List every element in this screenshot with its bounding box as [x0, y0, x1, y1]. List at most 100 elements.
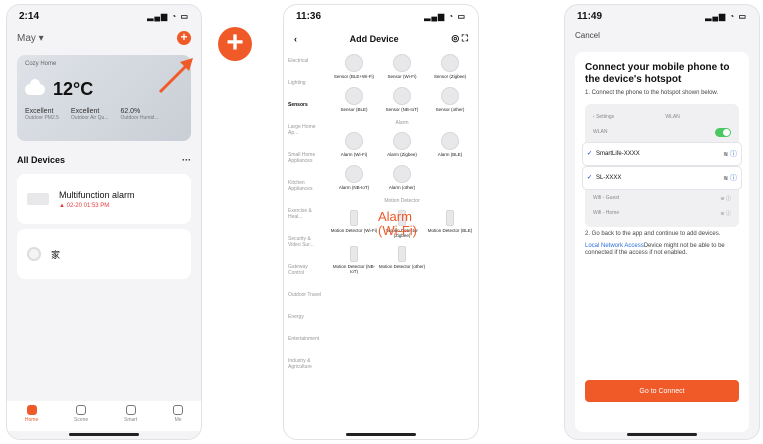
- category-item[interactable]: Energy: [284, 306, 326, 328]
- home-selector[interactable]: May ▾: [17, 33, 44, 44]
- sensor-icon: [441, 87, 459, 105]
- device-type-item[interactable]: Alarm (Zigbee): [378, 132, 426, 157]
- device-type-item[interactable]: Sensor (Zigbee): [426, 54, 474, 79]
- device-type-item[interactable]: Alarm (BLE): [426, 132, 474, 157]
- device-type-item[interactable]: Alarm (other): [378, 165, 426, 190]
- device-type-item[interactable]: Sensor (NB-IoT): [378, 87, 426, 112]
- category-item[interactable]: Security & Video Sur...: [284, 228, 326, 256]
- smart-icon: [125, 405, 136, 415]
- tab-scene[interactable]: Scene: [74, 405, 88, 431]
- annotation-plus-icon: +: [218, 27, 252, 61]
- device-type-item[interactable]: Sensor (Wi-Fi): [378, 54, 426, 79]
- device-name: Multifunction alarm: [59, 189, 135, 200]
- home-indicator: [627, 433, 697, 436]
- category-item[interactable]: Industry & Agriculture: [284, 350, 326, 378]
- hotspot-card: Connect your mobile phone to the device'…: [575, 52, 749, 432]
- alarm-icon: [393, 132, 411, 150]
- scene-icon: [76, 405, 87, 415]
- device-type-item[interactable]: Motion Detector (other): [378, 246, 426, 274]
- home-icon: [26, 405, 37, 415]
- info-icon: ⓘ: [730, 150, 737, 158]
- motion-detector-icon: [398, 246, 406, 262]
- category-item[interactable]: Lighting: [284, 72, 326, 94]
- alarm-icon: [345, 132, 363, 150]
- add-device-plus-icon[interactable]: +: [177, 31, 191, 45]
- category-item[interactable]: Small Home Appliances: [284, 144, 326, 172]
- sensor-icon: [393, 87, 411, 105]
- status-time: 11:36: [296, 10, 322, 22]
- cancel-button[interactable]: Cancel: [565, 27, 759, 44]
- category-item[interactable]: Outdoor Travel: [284, 284, 326, 306]
- device-type-item[interactable]: Motion Detector (BLE): [426, 210, 474, 238]
- device-type-item[interactable]: Sensor (other): [426, 87, 474, 112]
- scan-icon[interactable]: ◎ ⛶: [451, 33, 468, 44]
- home-label: Cozy Home: [25, 61, 57, 67]
- cloud-icon: [25, 79, 45, 95]
- alarm-icon: [345, 165, 363, 183]
- stat-label: Outdoor PM2.5: [25, 115, 59, 121]
- status-time: 2:14: [19, 10, 40, 22]
- category-item[interactable]: Electrical: [284, 50, 326, 72]
- category-item[interactable]: Kitchen Appliances: [284, 172, 326, 200]
- status-time: 11:49: [577, 10, 603, 22]
- device-type-item[interactable]: Sensor (BLE+Wi-Fi): [330, 54, 378, 79]
- motion-section-title: Motion Detector: [384, 198, 420, 204]
- temperature: 12°C: [53, 79, 94, 99]
- tab-bar: Home Scene Smart Me: [7, 401, 201, 431]
- sensor-icon: [441, 54, 459, 72]
- stat-value: Excellent: [70, 108, 100, 115]
- tab-smart[interactable]: Smart: [124, 405, 137, 431]
- alarm-icon: [393, 165, 411, 183]
- sensor-icon: [345, 54, 363, 72]
- back-icon[interactable]: ‹: [294, 34, 297, 44]
- category-item[interactable]: Exercise & Heal...: [284, 200, 326, 228]
- stat-label: Outdoor Air Qu...: [70, 115, 109, 121]
- network-row: ✓ SmartLife-XXXX ≋ ⓘ: [583, 142, 741, 165]
- sensor-grid: Sensor (BLE+Wi-Fi) Sensor (Wi-Fi) Sensor…: [330, 54, 474, 112]
- device-card-home[interactable]: 家: [17, 229, 191, 279]
- category-item[interactable]: Large Home Ap...: [284, 116, 326, 144]
- home-device-icon: [27, 247, 41, 261]
- device-type-item[interactable]: Motion Detector (NB-IoT): [330, 246, 378, 274]
- user-name: May: [17, 32, 36, 44]
- category-item[interactable]: Sensors: [284, 94, 326, 116]
- note-text: Local Network AccessDevice might not be …: [585, 242, 725, 257]
- device-type-item[interactable]: Motion Detector (Wi-Fi): [330, 210, 378, 238]
- category-item[interactable]: Gateway Control: [284, 256, 326, 284]
- alarm-grid: Alarm (Wi-Fi) Alarm (Zigbee) Alarm (BLE)…: [330, 132, 474, 190]
- tab-home[interactable]: Home: [25, 405, 38, 431]
- stat-value: 62.0%: [120, 108, 141, 115]
- me-icon: [173, 405, 184, 415]
- more-icon[interactable]: ···: [182, 155, 191, 165]
- signal-icons: ▂▄▆ ◔ ▭: [424, 11, 466, 21]
- category-item[interactable]: Entertainment: [284, 328, 326, 350]
- local-network-link[interactable]: Local Network Access: [585, 243, 644, 249]
- check-icon: ✓: [587, 151, 593, 158]
- signal-icons: ▂▄▆ ◔ ▭: [705, 11, 747, 21]
- device-card-alarm[interactable]: Multifunction alarm ▲ 02-20 01:53 PM: [17, 174, 191, 224]
- stat-value: Excellent: [25, 108, 54, 115]
- motion-detector-icon: [350, 210, 358, 226]
- device-type-item[interactable]: Alarm (Wi-Fi): [330, 132, 378, 157]
- network-row: ✓ SL-XXXX ≋ ⓘ: [583, 166, 741, 189]
- status-bar: 11:49 ▂▄▆ ◔ ▭: [565, 5, 759, 27]
- alarm-icon: [441, 132, 459, 150]
- step-1-text: 1. Connect the phone to the hotspot show…: [585, 90, 719, 96]
- alarm-annotation: Alarm (Wi-Fi): [378, 209, 417, 239]
- device-type-item[interactable]: Alarm (NB-IoT): [330, 165, 378, 190]
- wlan-toggle-row: WLAN: [591, 124, 733, 141]
- device-type-item[interactable]: Sensor (BLE): [330, 87, 378, 112]
- page-title: Add Device: [349, 33, 399, 44]
- sensor-icon: [345, 87, 363, 105]
- check-icon: ✓: [587, 175, 593, 182]
- status-bar: 11:36 ▂▄▆ ◔ ▭: [284, 5, 478, 27]
- wlan-toggle: [715, 127, 731, 137]
- tab-me[interactable]: Me: [173, 405, 184, 431]
- alarm-section-title: Alarm: [395, 120, 409, 126]
- motion-detector-icon: [446, 210, 454, 226]
- status-bar: 2:14 ▂▄▆ ◔ ▭: [7, 5, 201, 27]
- go-to-connect-button[interactable]: Go to Connect: [585, 380, 739, 402]
- weather-card[interactable]: Cozy Home 12°C Excellent Outdoor PM2.5 Ex…: [17, 55, 191, 141]
- sensor-icon: [393, 54, 411, 72]
- wifi-settings-illustration: ‹ Settings WLAN WLAN ✓ SmartLife-XXXX ≋ ⓘ ✓…: [583, 103, 741, 227]
